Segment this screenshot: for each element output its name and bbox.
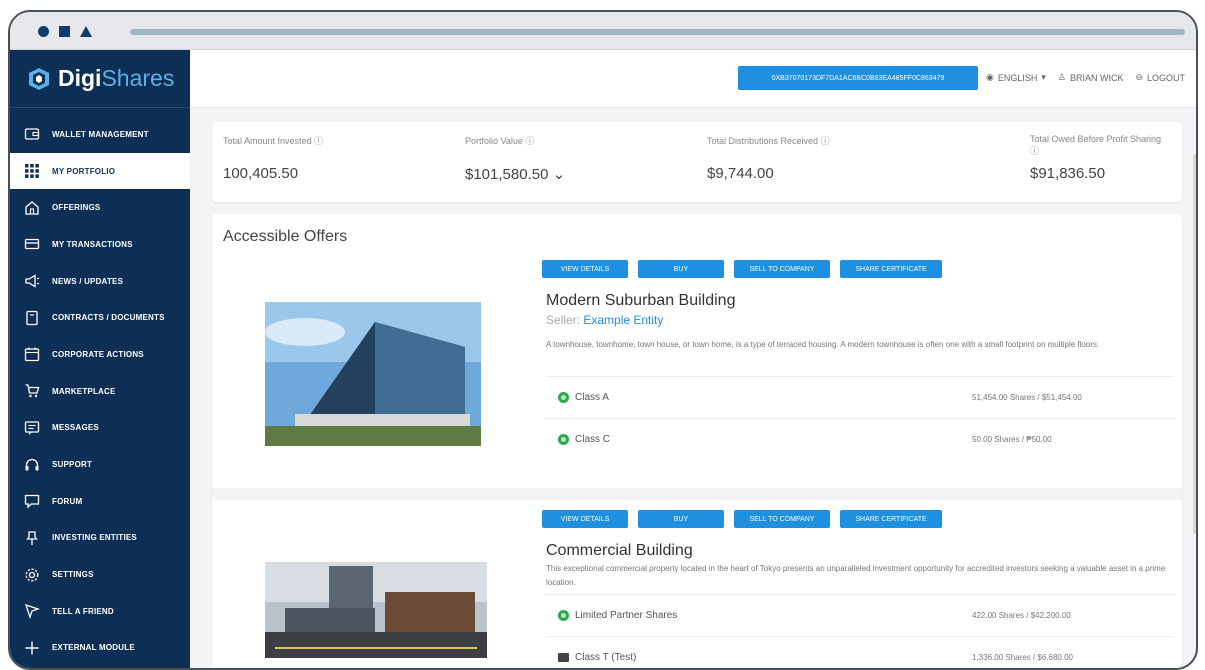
- caret-down-icon: ▾: [1041, 72, 1046, 82]
- sidebar-item-marketplace[interactable]: MARKETPLACE: [10, 373, 190, 410]
- building-photo: [265, 562, 487, 658]
- sidebar-item-wallet-management[interactable]: WALLET MANAGEMENT: [10, 116, 190, 153]
- home-icon: [24, 200, 40, 216]
- logo-cube-icon: [29, 67, 49, 90]
- buy-button[interactable]: BUY: [638, 260, 724, 278]
- share-class-icon: [558, 610, 569, 621]
- help-icon[interactable]: ⓘ: [314, 136, 323, 146]
- globe-icon: ◉: [986, 72, 994, 82]
- top-nav: ◉ ENGLISH ▾ ♙ BRIAN WICK ⊖ LOGOUT: [986, 72, 1185, 83]
- grid-icon: [24, 163, 40, 179]
- main-content: Total Amount Invested ⓘ 100,405.50 Portf…: [190, 108, 1196, 668]
- offer-actions: VIEW DETAILS BUY SELL TO COMPANY SHARE C…: [542, 510, 942, 528]
- offer-seller: Seller: Example Entity: [546, 313, 664, 327]
- view-details-button[interactable]: VIEW DETAILS: [542, 510, 628, 528]
- offer-image: [265, 562, 487, 663]
- sidebar-item-external-module[interactable]: EXTERNAL MODULE: [10, 630, 190, 667]
- scrollbar[interactable]: [1193, 154, 1196, 534]
- chat-icon: [24, 493, 40, 509]
- sidebar-item-tell-a-friend[interactable]: TELL A FRIEND: [10, 593, 190, 630]
- stat-total-owed: Total Owed Before Profit Sharing ⓘ $91,8…: [1030, 134, 1162, 182]
- sidebar-item-contracts-documents[interactable]: CONTRACTS / DOCUMENTS: [10, 299, 190, 336]
- top-bar: 0XB37070173DF7DA1AC6BC0B83EA485FF0C86347…: [190, 50, 1196, 108]
- square-icon: [59, 26, 70, 37]
- message-icon: [24, 420, 40, 436]
- sidebar-item-news-updates[interactable]: NEWS / UPDATES: [10, 263, 190, 300]
- help-icon[interactable]: ⓘ: [821, 136, 830, 146]
- share-class-row[interactable]: Limited Partner Shares 422.00 Shares / $…: [546, 594, 1174, 636]
- logo-text: DigiShares: [58, 65, 175, 91]
- sell-to-company-button[interactable]: SELL TO COMPANY: [734, 260, 830, 278]
- sidebar-item-support[interactable]: SUPPORT: [10, 446, 190, 483]
- sidebar: DigiShares WALLET MANAGEMENT MY PORTFOLI…: [10, 50, 190, 668]
- logout-link[interactable]: ⊖ LOGOUT: [1136, 72, 1186, 83]
- stat-total-invested: Total Amount Invested ⓘ 100,405.50: [223, 136, 324, 182]
- offer-description: This exceptional commercial property loc…: [546, 564, 1166, 587]
- briefcase-icon: [558, 653, 569, 662]
- wallet-address-button[interactable]: 0XB37070173DF7DA1AC6BC0B83EA485FF0C86347…: [738, 66, 978, 90]
- share-class-row[interactable]: Class A 51,454.00 Shares / $51,454.00: [546, 376, 1174, 418]
- sidebar-item-my-transactions[interactable]: MY TRANSACTIONS: [10, 226, 190, 263]
- triangle-icon: [80, 26, 92, 37]
- view-details-button[interactable]: VIEW DETAILS: [542, 260, 628, 278]
- logout-icon: ⊖: [1135, 72, 1144, 82]
- share-class-icon: [558, 434, 569, 445]
- address-bar: [130, 29, 1185, 35]
- help-icon[interactable]: ⓘ: [1030, 146, 1039, 156]
- share-certificate-button[interactable]: SHARE CERTIFICATE: [840, 260, 942, 278]
- offer-name: Modern Suburban Building: [546, 292, 736, 309]
- sidebar-nav: WALLET MANAGEMENT MY PORTFOLIO OFFERINGS…: [10, 108, 190, 666]
- sidebar-item-offerings[interactable]: OFFERINGS: [10, 189, 190, 226]
- offer-card: VIEW DETAILS BUY SELL TO COMPANY SHARE C…: [212, 500, 1182, 668]
- window-chrome: [10, 12, 1196, 50]
- share-class-row[interactable]: Class C 50.00 Shares / ₱50.00: [546, 418, 1174, 460]
- stat-total-distributions: Total Distributions Received ⓘ $9,744.00: [707, 136, 830, 182]
- offer-actions: VIEW DETAILS BUY SELL TO COMPANY SHARE C…: [542, 260, 942, 278]
- gear-icon: [24, 567, 40, 583]
- logo[interactable]: DigiShares: [10, 50, 190, 108]
- app-frame: DigiShares WALLET MANAGEMENT MY PORTFOLI…: [8, 10, 1198, 670]
- wallet-icon: [24, 126, 40, 142]
- user-menu[interactable]: ♙ BRIAN WICK: [1058, 72, 1124, 83]
- circle-icon: [38, 26, 49, 37]
- offer-separator: [212, 488, 1182, 500]
- sell-to-company-button[interactable]: SELL TO COMPANY: [734, 510, 830, 528]
- offer-card: VIEW DETAILS BUY SELL TO COMPANY SHARE C…: [212, 250, 1182, 486]
- share-class-row[interactable]: Class T (Test) 1,336.00 Shares / $6,680.…: [546, 636, 1174, 668]
- stat-portfolio-value: Portfolio Value ⓘ $101,580.50 ⌄: [465, 136, 566, 183]
- building-photo: [265, 302, 481, 446]
- user-icon: ♙: [1057, 72, 1066, 82]
- portfolio-stats: Total Amount Invested ⓘ 100,405.50 Portf…: [212, 122, 1182, 202]
- share-certificate-button[interactable]: SHARE CERTIFICATE: [840, 510, 942, 528]
- sidebar-item-my-portfolio[interactable]: MY PORTFOLIO: [10, 152, 190, 190]
- headset-icon: [24, 457, 40, 473]
- seller-link[interactable]: Example Entity: [583, 313, 663, 327]
- share-class-icon: [558, 392, 569, 403]
- sidebar-item-corporate-actions[interactable]: CORPORATE ACTIONS: [10, 336, 190, 373]
- offer-image: [265, 302, 481, 451]
- cart-icon: [24, 383, 40, 399]
- offers-title: Accessible Offers: [223, 228, 348, 245]
- pin-icon: [24, 530, 40, 546]
- sidebar-item-settings[interactable]: SETTINGS: [10, 556, 190, 593]
- plus-icon: [24, 640, 40, 656]
- help-icon[interactable]: ⓘ: [525, 136, 534, 146]
- language-selector[interactable]: ◉ ENGLISH ▾: [986, 72, 1046, 83]
- megaphone-icon: [24, 273, 40, 289]
- sidebar-item-forum[interactable]: FORUM: [10, 483, 190, 520]
- sidebar-item-messages[interactable]: MESSAGES: [10, 410, 190, 447]
- send-icon: [24, 603, 40, 620]
- calendar-icon: [24, 346, 40, 362]
- accessible-offers: Accessible Offers VIEW DETAILS BUY SELL …: [212, 214, 1182, 668]
- card-icon: [24, 236, 40, 252]
- sidebar-item-investing-entities[interactable]: INVESTING ENTITIES: [10, 520, 190, 557]
- expand-circle-icon[interactable]: ⌄: [548, 166, 566, 183]
- document-icon: [24, 310, 40, 326]
- buy-button[interactable]: BUY: [638, 510, 724, 528]
- offer-description: A townhouse, townhome, town house, or to…: [546, 340, 1100, 349]
- offer-name: Commercial Building: [546, 542, 693, 559]
